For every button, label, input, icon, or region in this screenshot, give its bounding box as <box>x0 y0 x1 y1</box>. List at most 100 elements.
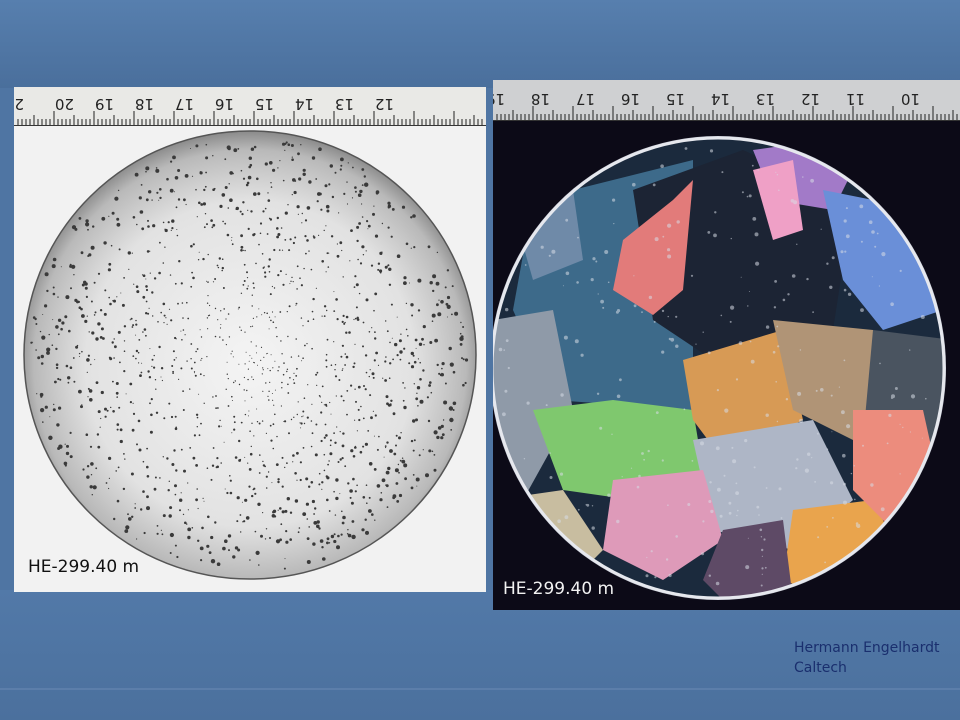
ice-bubble <box>367 430 370 432</box>
ice-bubble <box>401 459 406 464</box>
ice-bubble <box>187 482 189 484</box>
ice-bubble <box>716 389 719 392</box>
ice-bubble <box>719 514 723 518</box>
ice-bubble <box>69 455 73 459</box>
ice-bubble <box>407 335 409 337</box>
ice-bubble <box>755 261 760 266</box>
ice-bubble <box>161 533 164 536</box>
ice-bubble <box>284 466 286 469</box>
ice-bubble <box>831 256 835 260</box>
ice-bubble <box>270 182 272 184</box>
ice-bubble <box>308 485 311 488</box>
ice-bubble <box>105 482 108 484</box>
ice-bubble <box>285 540 289 544</box>
ice-bubble <box>143 531 146 535</box>
ice-bubble <box>225 344 227 346</box>
ice-bubble <box>343 192 346 195</box>
ice-bubble <box>132 412 136 415</box>
ice-bubble <box>53 403 55 406</box>
ice-bubble <box>49 416 51 418</box>
ice-bubble <box>871 276 873 278</box>
ice-bubble <box>441 367 443 370</box>
ice-bubble <box>707 231 711 234</box>
ice-bubble <box>114 345 117 349</box>
ice-bubble <box>246 277 249 279</box>
ice-bubble <box>880 507 885 512</box>
ice-bubble <box>264 207 267 210</box>
ice-bubble <box>44 304 48 308</box>
ice-bubble <box>281 456 284 459</box>
ice-bubble <box>277 167 279 169</box>
ice-bubble <box>392 496 396 500</box>
ice-bubble <box>235 208 238 210</box>
ice-bubble <box>293 382 296 384</box>
ice-bubble <box>134 172 139 177</box>
ice-bubble <box>765 325 770 329</box>
ice-bubble <box>323 404 325 406</box>
ice-bubble <box>115 382 119 385</box>
ice-bubble <box>338 379 341 381</box>
ice-bubble <box>811 457 813 459</box>
ice-bubble <box>57 333 60 336</box>
ice-bubble <box>89 485 93 489</box>
ice-bubble <box>253 145 257 149</box>
ice-bubble <box>372 410 374 412</box>
ice-bubble <box>116 396 118 398</box>
ice-bubble <box>361 203 363 205</box>
ice-bubble <box>203 188 206 192</box>
ice-bubble <box>244 456 246 458</box>
ice-bubble <box>787 293 790 296</box>
ice-bubble <box>700 441 704 446</box>
ice-bubble <box>312 235 315 237</box>
ice-bubble <box>410 303 414 307</box>
ice-bubble <box>189 388 191 390</box>
ice-bubble <box>158 199 160 201</box>
ice-bubble <box>585 503 588 506</box>
ice-bubble <box>595 260 598 263</box>
ice-bubble <box>298 527 301 529</box>
ice-bubble <box>136 223 138 226</box>
ice-bubble <box>97 272 101 275</box>
ice-bubble <box>355 283 359 287</box>
ice-bubble <box>405 242 409 246</box>
ice-bubble <box>169 188 174 193</box>
ice-bubble <box>115 391 119 395</box>
ice-bubble <box>728 501 732 505</box>
ice-bubble <box>208 551 212 554</box>
ice-bubble <box>183 469 186 473</box>
ice-bubble <box>220 324 222 325</box>
ice-bubble <box>160 529 162 531</box>
ice-bubble <box>413 246 416 249</box>
ice-bubble <box>128 268 130 270</box>
ice-bubble <box>169 532 174 538</box>
ice-bubble <box>116 423 120 426</box>
ice-bubble <box>247 462 249 464</box>
ice-bubble <box>862 444 864 447</box>
ice-bubble <box>336 254 340 258</box>
ice-bubble <box>67 381 70 384</box>
ice-bubble <box>433 430 438 435</box>
ice-bubble <box>163 417 166 420</box>
ice-bubble <box>159 477 161 479</box>
ice-bubble <box>181 339 183 341</box>
ice-bubble <box>613 223 615 225</box>
ice-bubble <box>435 281 440 286</box>
credit-name: Hermann Engelhardt <box>794 640 940 656</box>
ice-bubble <box>238 439 241 443</box>
ice-bubble <box>181 302 184 304</box>
ice-bubble <box>306 518 309 520</box>
ice-bubble <box>346 390 349 392</box>
ice-bubble <box>318 147 322 151</box>
ice-bubble <box>891 394 895 399</box>
ice-bubble <box>71 225 77 230</box>
ice-bubble <box>334 514 337 516</box>
ice-bubble <box>242 177 246 180</box>
ice-bubble <box>89 445 93 448</box>
ice-bubble <box>246 271 248 274</box>
ice-bubble <box>325 204 330 209</box>
ice-bubble <box>390 303 393 306</box>
ice-bubble <box>410 439 414 443</box>
ice-bubble <box>273 404 275 406</box>
ice-bubble <box>261 373 263 375</box>
ice-bubble <box>251 422 253 424</box>
